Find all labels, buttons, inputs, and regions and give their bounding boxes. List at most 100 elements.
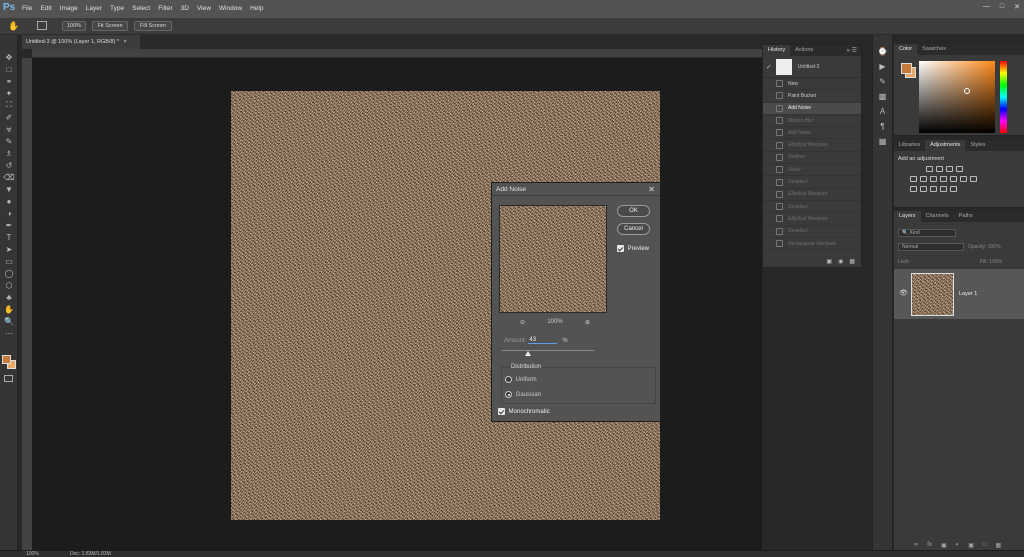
document-tab[interactable]: Untitled-3 @ 100% (Layer 1, RGB/8) * × [22,35,140,49]
tab-layers[interactable]: Layers [894,211,921,222]
menu-edit[interactable]: Edit [40,0,51,18]
foreground-color-swatch[interactable] [2,355,11,364]
monochromatic-checkbox[interactable] [498,408,505,415]
fill-value[interactable]: 100% [989,259,1002,265]
tab-swatches[interactable]: Swatches [917,44,951,55]
brightness-contrast-icon[interactable] [925,166,933,172]
brush-icon[interactable]: ✎ [0,135,18,147]
brush-settings-icon[interactable]: ✎ [879,77,886,86]
tab-actions[interactable]: Actions [790,45,818,56]
layer-style-icon[interactable]: fx [927,542,932,549]
hand-icon[interactable]: ✋ [0,303,18,315]
magic-wand-icon[interactable]: ✦ [0,87,18,99]
eraser-icon[interactable]: ⌫ [0,171,18,183]
filter-preview[interactable] [499,205,607,313]
selective-color-icon[interactable] [939,186,947,192]
clone-source-icon[interactable]: ▩ [879,92,887,101]
gaussian-radio[interactable] [505,391,512,398]
color-field[interactable] [919,61,995,133]
menu-layer[interactable]: Layer [86,0,102,18]
tab-adjustments[interactable]: Adjustments [925,140,966,151]
history-item[interactable]: Elliptical Marquee [763,189,861,201]
hand-tool-icon[interactable]: ✋ [8,21,19,32]
history-item[interactable]: Deselect [763,201,861,214]
new-group-icon[interactable]: ▣ [968,542,974,549]
new-layer-icon[interactable]: □ [983,542,987,549]
status-zoom[interactable]: 100% [26,551,39,557]
trash-icon[interactable]: ▦ [849,258,855,265]
scroll-all-icon[interactable] [37,21,47,30]
uniform-option[interactable]: Uniform [505,376,537,383]
quick-mask-icon[interactable] [4,375,13,382]
gradient-map-icon[interactable] [949,186,957,192]
opacity-value[interactable]: 100% [988,244,1001,250]
panel-fg-swatch[interactable] [901,63,912,74]
black-white-icon[interactable] [939,176,947,182]
history-item[interactable]: Add Noise [763,127,861,140]
history-item[interactable]: Wave [763,164,861,177]
new-fill-layer-icon[interactable]: ◐ [956,542,960,549]
move-icon[interactable]: ✥ [0,51,18,63]
layer-filter-kind[interactable]: 🔍 Kind [898,229,956,237]
menu-help[interactable]: Help [250,0,263,18]
new-document-from-state-icon[interactable]: ▣ [826,258,832,265]
clone-stamp-icon[interactable]: ♗ [0,147,18,159]
layer-row[interactable]: 👁 Layer 1 [894,269,1024,319]
3d-panel-icon[interactable]: ▦ [879,137,887,146]
zoom-100-button[interactable]: 100% [62,21,86,31]
menu-window[interactable]: Window [219,0,242,18]
tab-styles[interactable]: Styles [965,140,990,151]
history-item[interactable]: Elliptical Marquee [763,213,861,226]
more-icon[interactable]: ⋯ [0,327,18,339]
history-item[interactable]: Paint Bucket [763,90,861,103]
tab-paths[interactable]: Paths [954,211,978,222]
tab-color[interactable]: Color [894,44,918,55]
amount-input[interactable]: 43 [528,337,558,344]
zoom-icon[interactable]: 🔍 [0,315,18,327]
crop-icon[interactable]: ⛶ [0,99,18,111]
levels-icon[interactable] [935,166,943,172]
history-item[interactable]: Motion Blur [763,115,861,128]
hue-slider[interactable] [1000,61,1007,133]
history-item[interactable]: Elliptical Marquee [763,139,861,152]
history-item[interactable]: Add Noise [763,102,861,115]
amount-slider-thumb[interactable] [524,351,531,356]
tab-channels[interactable]: Channels [921,211,954,222]
actions-panel-icon[interactable]: ▶ [879,62,885,71]
visibility-eye-icon[interactable]: 👁 [899,289,908,297]
polygon-icon[interactable]: ⬡ [0,279,18,291]
paragraph-panel-icon[interactable]: ¶ [880,122,884,131]
menu-view[interactable]: View [197,0,211,18]
dialog-titlebar[interactable]: Add Noise ✕ [492,183,660,196]
link-layers-icon[interactable]: ∞ [914,542,918,549]
eyedropper-icon[interactable]: ✐ [0,111,18,123]
menu-file[interactable]: File [22,0,32,18]
history-item[interactable]: Rectangular Marquee [763,238,861,251]
history-panel-icon[interactable]: ⌚ [878,47,888,56]
vibrance-icon[interactable] [909,176,917,182]
fit-screen-button[interactable]: Fit Screen [92,21,128,31]
monochromatic-row[interactable]: Monochromatic [498,408,550,415]
menu-select[interactable]: Select [132,0,150,18]
dialog-close-icon[interactable]: ✕ [648,183,655,196]
zoom-in-icon[interactable]: ⊕ [585,319,590,326]
history-item[interactable]: New [763,78,861,91]
rectangle-icon[interactable]: ▭ [0,255,18,267]
photo-filter-icon[interactable] [949,176,957,182]
document-tab-close[interactable]: × [124,39,127,45]
history-item[interactable]: Deselect [763,226,861,238]
maximize-icon[interactable]: □ [1000,3,1004,11]
marquee-icon[interactable]: □ [0,63,18,75]
uniform-radio[interactable] [505,376,512,383]
blend-mode-select[interactable]: Normal [898,243,964,251]
status-doc-size[interactable]: Doc: 1.83M/1.83M [70,551,111,557]
fill-screen-button[interactable]: Fill Screen [134,21,172,31]
color-balance-icon[interactable] [929,176,937,182]
curves-icon[interactable] [945,166,953,172]
history-item[interactable]: Deselect [763,176,861,189]
ellipse-icon[interactable]: ◯ [0,267,18,279]
path-selection-icon[interactable]: ➤ [0,243,18,255]
history-item[interactable]: Feather [763,152,861,165]
zoom-out-icon[interactable]: ⊖ [520,319,525,326]
color-lookup-icon[interactable] [969,176,977,182]
